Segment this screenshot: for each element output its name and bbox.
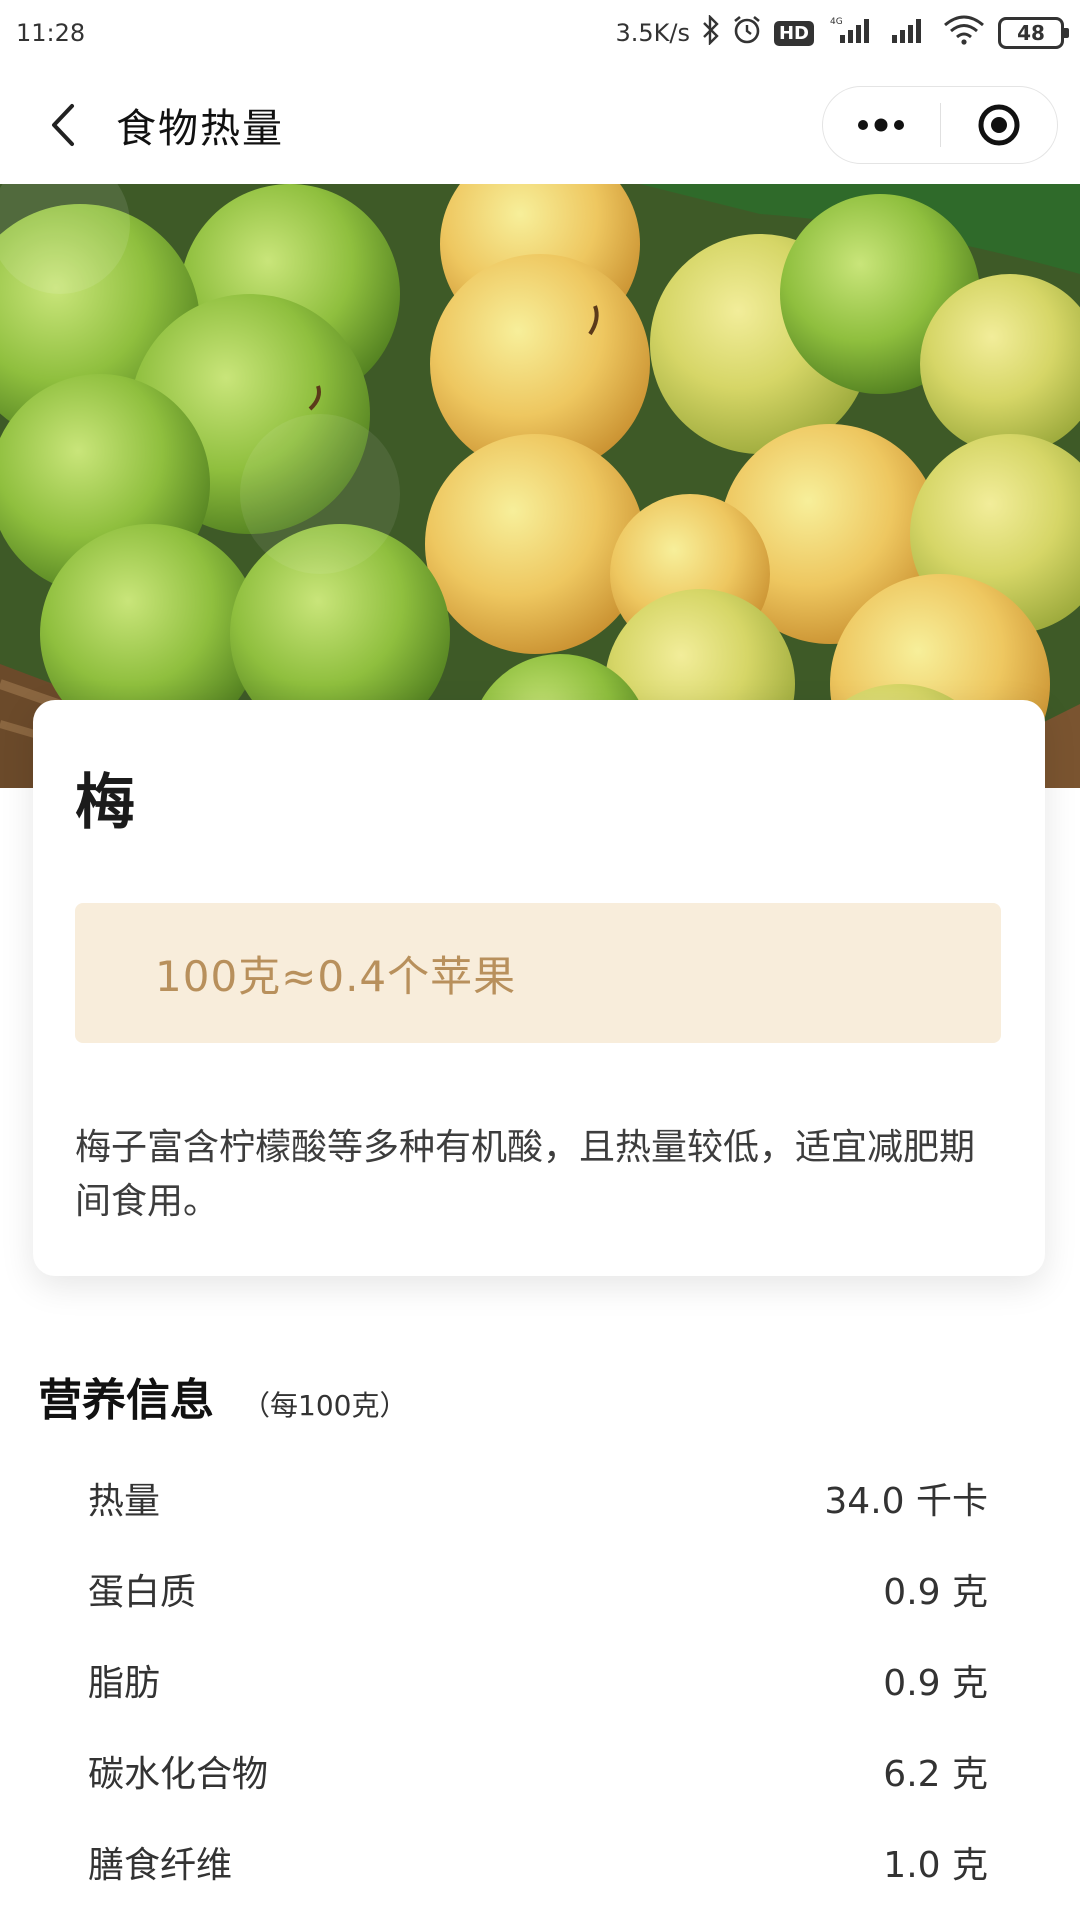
- nutrition-title: 营养信息: [38, 1375, 214, 1426]
- nutrition-value: 6.2 克: [883, 1753, 988, 1795]
- alarm-icon: [732, 15, 762, 51]
- nutrition-label: 蛋白质: [88, 1571, 197, 1613]
- nav-bar: 食物热量: [0, 66, 1080, 184]
- food-name: 梅: [75, 768, 135, 838]
- nutrition-label: 膳食纤维: [88, 1844, 233, 1886]
- page-title: 食物热量: [116, 106, 284, 152]
- food-info-card: 梅 100克≈0.4个苹果 梅子富含柠檬酸等多种有机酸，且热量较低，适宜减肥期间…: [33, 700, 1045, 1276]
- nutrition-row-protein: 蛋白质 0.9 克: [88, 1543, 988, 1634]
- nutrition-label: 脂肪: [88, 1662, 161, 1704]
- more-button[interactable]: [823, 87, 940, 163]
- apricot-basket-illustration: [0, 184, 1080, 788]
- food-description: 梅子富含柠檬酸等多种有机酸，且热量较低，适宜减肥期间食用。: [75, 1127, 976, 1222]
- capsule-menu: [822, 86, 1058, 164]
- chevron-left-icon: [52, 104, 74, 146]
- back-button[interactable]: [28, 90, 98, 160]
- bluetooth-icon: [702, 14, 720, 51]
- signal-icon: [890, 15, 930, 51]
- svg-text:4G: 4G: [830, 17, 843, 27]
- wifi-icon: [942, 15, 986, 51]
- status-icons: 3.5K/s HD 4G 48: [615, 14, 1069, 51]
- nutrition-row-fiber: 膳食纤维 1.0 克: [88, 1816, 988, 1907]
- nutrition-value: 0.9 克: [883, 1571, 988, 1613]
- nutrition-label: 热量: [88, 1480, 161, 1522]
- nutrition-row-fat: 脂肪 0.9 克: [88, 1634, 988, 1725]
- status-time: 11:28: [16, 19, 86, 47]
- nutrition-row-carbohydrate: 碳水化合物 6.2 克: [88, 1725, 988, 1816]
- close-miniprogram-button[interactable]: [941, 87, 1058, 163]
- hd-badge: HD: [773, 20, 814, 46]
- nutrition-label: 碳水化合物: [88, 1753, 269, 1795]
- more-dots-icon: [858, 118, 905, 132]
- nutrition-value: 0.9 克: [883, 1662, 988, 1704]
- nutrition-value: 1.0 克: [883, 1844, 988, 1886]
- calorie-equivalence-text: 100克≈0.4个苹果: [155, 951, 517, 1001]
- target-icon: [978, 104, 1020, 146]
- signal-4g-icon: 4G: [826, 15, 878, 51]
- nutrition-value: 34.0 千卡: [824, 1480, 988, 1522]
- battery-icon: 48: [998, 17, 1069, 49]
- nutrition-header: 营养信息 （每100克）: [38, 1364, 407, 1428]
- calorie-equivalence-box: 100克≈0.4个苹果: [75, 903, 1001, 1043]
- food-hero-image: [0, 184, 1080, 788]
- net-speed: 3.5K/s: [615, 19, 690, 47]
- page: 11:28 3.5K/s HD 4G 48 食物热量 梅 100克≈0.4个苹果…: [0, 0, 1080, 1920]
- nutrition-row-calories: 热量 34.0 千卡: [88, 1452, 988, 1543]
- status-bar: 11:28 3.5K/s HD 4G 48: [0, 0, 1080, 66]
- nutrition-list: 热量 34.0 千卡 蛋白质 0.9 克 脂肪 0.9 克 碳水化合物 6.2 …: [88, 1452, 988, 1907]
- nutrition-unit-note: （每100克）: [242, 1389, 408, 1422]
